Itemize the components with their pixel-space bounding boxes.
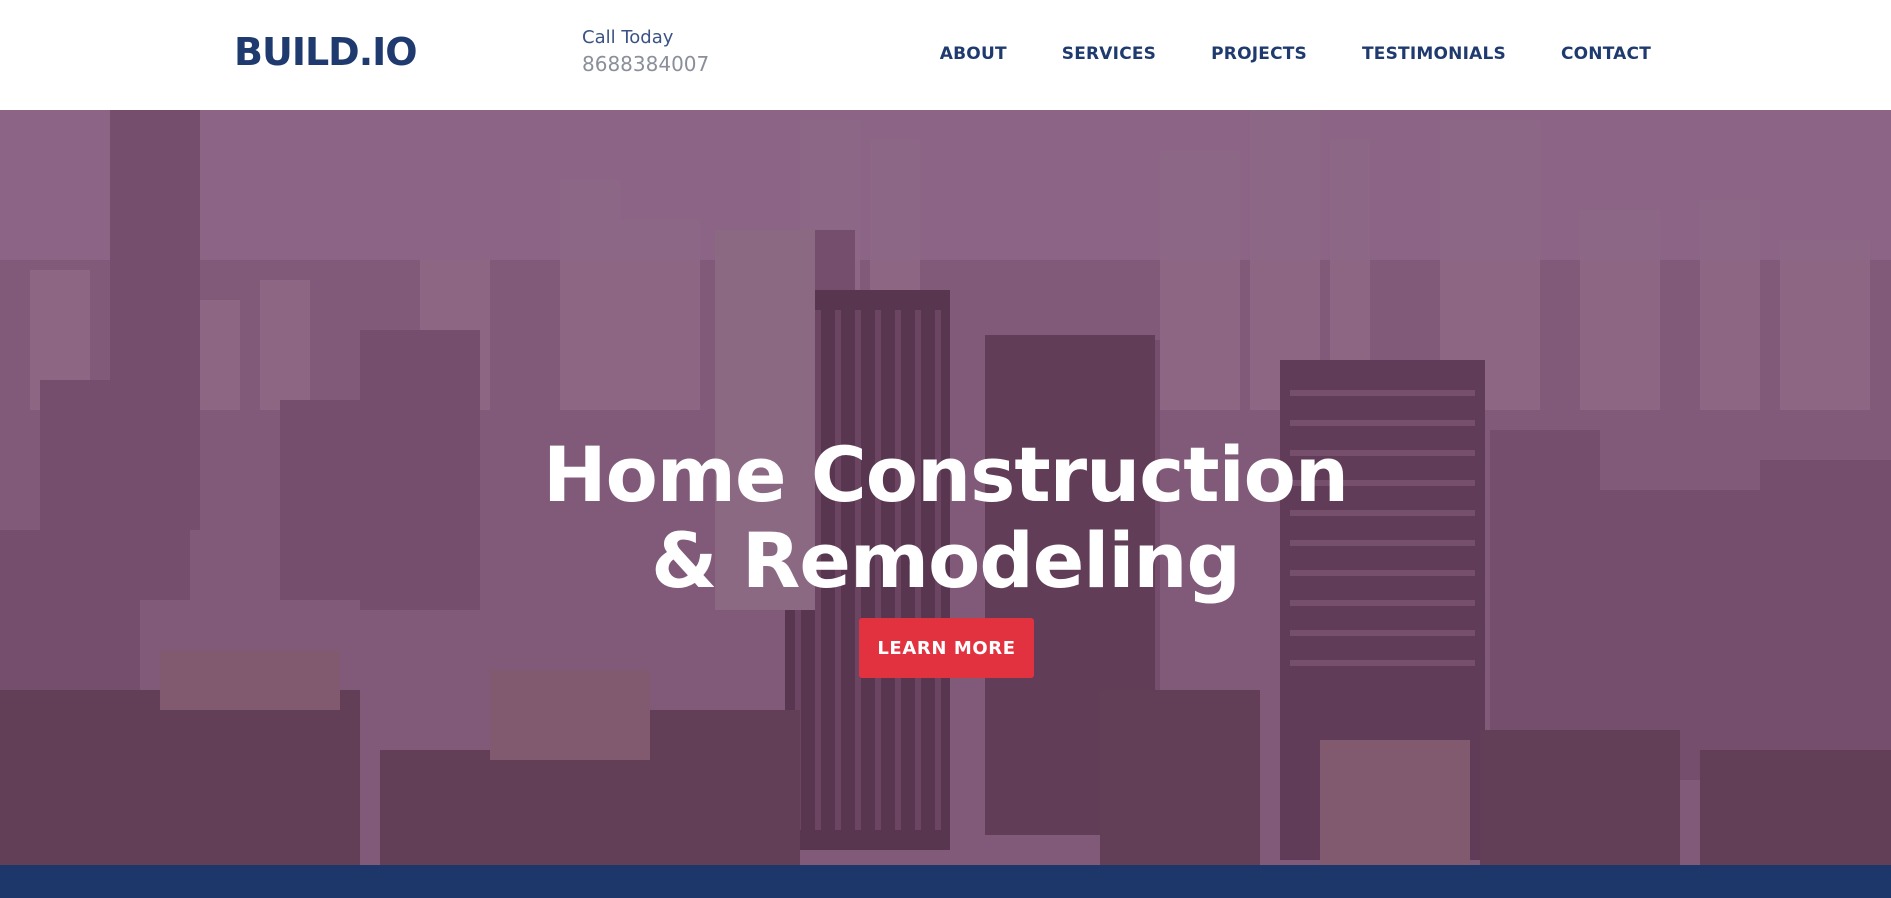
nav-item-services[interactable]: SERVICES <box>1062 44 1156 64</box>
call-block: Call Today 8688384007 <box>582 27 709 79</box>
nav-item-contact[interactable]: CONTACT <box>1561 44 1651 64</box>
phone-number-link[interactable]: 8688384007 <box>582 49 709 79</box>
nav-item-about[interactable]: ABOUT <box>940 44 1007 64</box>
logo[interactable]: BUILD.IO <box>234 30 418 74</box>
hero-section: Home Construction & Remodeling LEARN MOR… <box>0 110 1891 865</box>
call-label: Call Today <box>582 27 674 48</box>
hero-title-line-2: & Remodeling <box>651 516 1241 605</box>
learn-more-button[interactable]: LEARN MORE <box>859 618 1034 678</box>
hero-title: Home Construction & Remodeling <box>0 432 1891 604</box>
nav-item-testimonials[interactable]: TESTIMONIALS <box>1362 44 1506 64</box>
bottom-section-bar <box>0 865 1891 898</box>
nav-item-projects[interactable]: PROJECTS <box>1211 44 1307 64</box>
main-nav: ABOUT SERVICES PROJECTS TESTIMONIALS CON… <box>940 44 1651 64</box>
hero-title-line-1: Home Construction <box>542 430 1349 519</box>
site-header: BUILD.IO Call Today 8688384007 ABOUT SER… <box>0 0 1891 110</box>
